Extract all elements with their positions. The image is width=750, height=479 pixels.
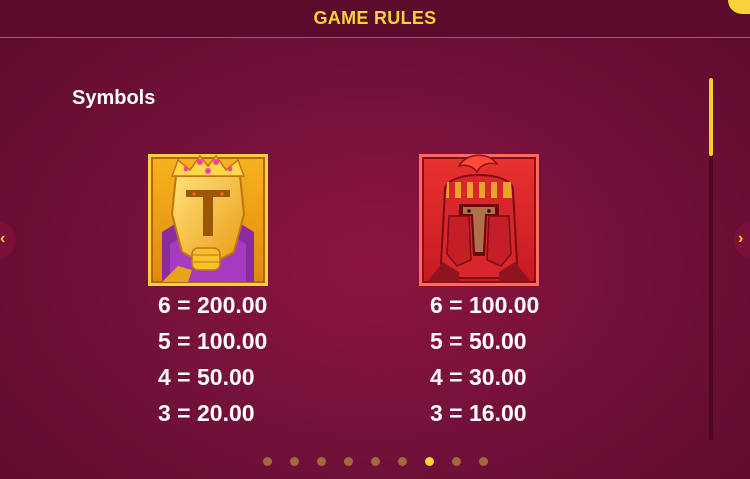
payout-row: 5 = 50.00 bbox=[430, 328, 527, 354]
page-dot[interactable] bbox=[317, 457, 326, 466]
game-rules-panel: GAME RULES Symbols ‹ › 6 = 200.00 5 = 10… bbox=[0, 0, 750, 479]
page-title: GAME RULES bbox=[313, 8, 437, 28]
page-dot[interactable] bbox=[263, 457, 272, 466]
previous-page-button[interactable]: ‹ bbox=[0, 221, 16, 259]
payout-row: 6 = 100.00 bbox=[430, 292, 540, 318]
red-spartan-helmet-icon bbox=[419, 154, 539, 286]
payout-row: 3 = 20.00 bbox=[158, 400, 255, 426]
payout-row: 5 = 100.00 bbox=[158, 328, 268, 354]
page-dot[interactable] bbox=[425, 457, 434, 466]
page-dot[interactable] bbox=[290, 457, 299, 466]
header-divider bbox=[0, 37, 750, 38]
payout-row: 4 = 50.00 bbox=[158, 364, 255, 390]
next-page-button[interactable]: › bbox=[734, 221, 750, 259]
payout-row: 4 = 30.00 bbox=[430, 364, 527, 390]
page-dot[interactable] bbox=[344, 457, 353, 466]
page-dot[interactable] bbox=[371, 457, 380, 466]
page-dot[interactable] bbox=[479, 457, 488, 466]
chevron-left-icon: ‹ bbox=[0, 230, 6, 247]
paytable-red-spartan: 6 = 100.00 5 = 50.00 4 = 30.00 3 = 16.00 bbox=[430, 287, 539, 431]
chevron-right-icon: › bbox=[738, 230, 744, 247]
scrollbar-thumb[interactable] bbox=[709, 78, 713, 156]
golden-knight-helmet-icon bbox=[148, 154, 268, 286]
page-dot[interactable] bbox=[398, 457, 407, 466]
paytable-golden-knight: 6 = 200.00 5 = 100.00 4 = 50.00 3 = 20.0… bbox=[158, 287, 267, 431]
page-dot[interactable] bbox=[452, 457, 461, 466]
page-indicator bbox=[263, 457, 493, 467]
payout-row: 6 = 200.00 bbox=[158, 292, 268, 318]
section-title: Symbols bbox=[72, 87, 156, 109]
payout-row: 3 = 16.00 bbox=[430, 400, 527, 426]
